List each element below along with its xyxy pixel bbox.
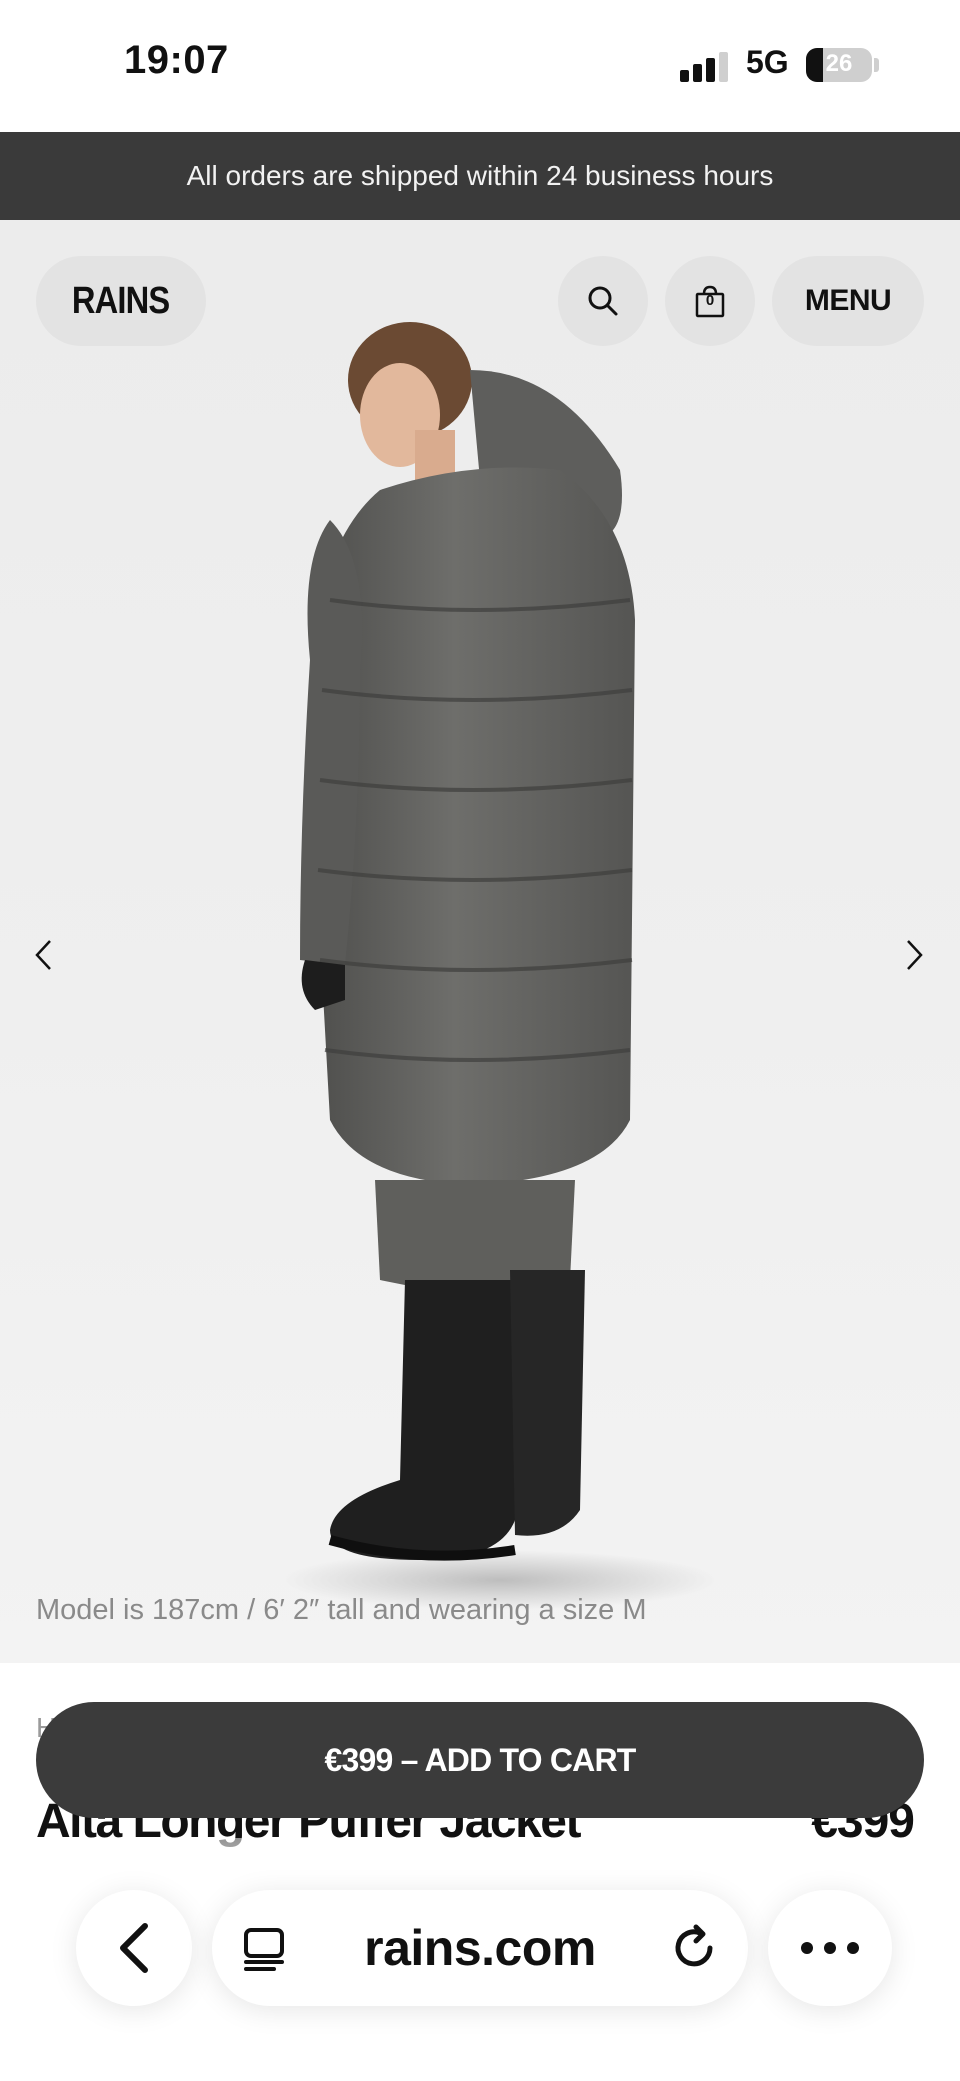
product-gallery[interactable]: RAINS 0 MENU Model is 187cm / 6′ 2″ tall… <box>0 220 960 1663</box>
status-time: 19:07 <box>124 38 229 82</box>
cart-button[interactable]: 0 <box>665 256 755 346</box>
gallery-next-button[interactable] <box>894 925 934 985</box>
address-bar[interactable]: rains.com <box>212 1890 748 2006</box>
browser-back-button[interactable] <box>76 1890 192 2006</box>
browser-toolbar: rains.com <box>0 1838 960 2081</box>
battery-tip <box>874 58 879 72</box>
model-size-note: Model is 187cm / 6′ 2″ tall and wearing … <box>36 1594 647 1626</box>
cart-count: 0 <box>705 292 715 309</box>
tabs-icon <box>244 1928 284 1971</box>
back-icon <box>120 1923 148 1973</box>
search-button[interactable] <box>558 256 648 346</box>
product-photo <box>280 322 720 1610</box>
battery-icon: 26 <box>806 48 872 82</box>
signal-icon <box>680 52 730 82</box>
status-bar: 19:07 5G 26 <box>0 0 960 132</box>
more-button[interactable] <box>768 1890 892 2006</box>
more-icon <box>801 1942 859 1954</box>
chevron-right-icon <box>907 940 923 970</box>
url-text: rains.com <box>364 1920 596 1976</box>
add-to-cart-button[interactable]: €399 – ADD TO CART <box>36 1702 924 1818</box>
network-label: 5G <box>746 44 789 80</box>
menu-button[interactable]: MENU <box>772 256 924 346</box>
battery-percent: 26 <box>825 50 853 77</box>
search-icon <box>588 286 618 316</box>
logo-pill[interactable]: RAINS <box>36 256 206 346</box>
gallery-prev-button[interactable] <box>24 925 64 985</box>
reload-icon[interactable] <box>670 1924 718 1972</box>
announcement-bar: All orders are shipped within 24 busines… <box>0 132 960 220</box>
chevron-left-icon <box>35 940 51 970</box>
brand-logo: RAINS <box>72 279 170 322</box>
